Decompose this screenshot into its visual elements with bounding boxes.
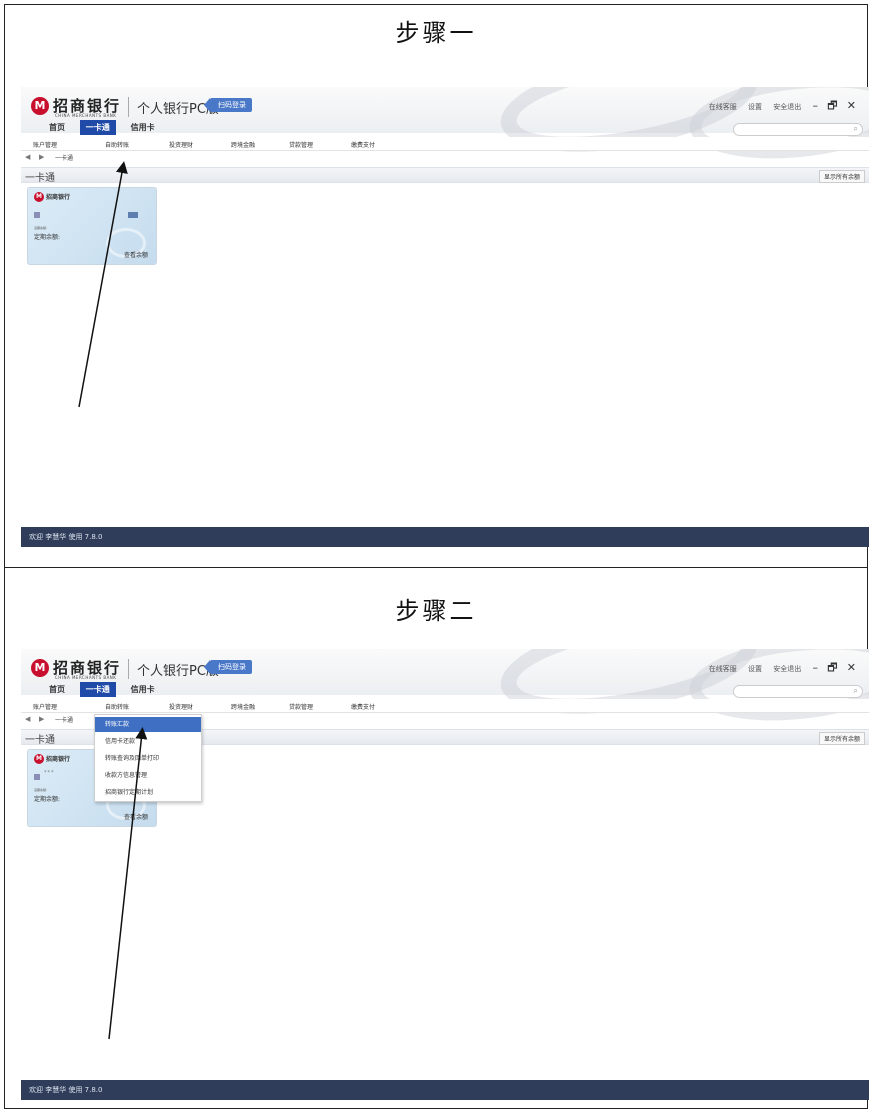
forward-arrow-icon[interactable]: ▶ (39, 153, 44, 161)
back-arrow-icon[interactable]: ◀ (25, 153, 30, 161)
menu-item-credit-repay[interactable]: 信用卡还款 (95, 734, 201, 749)
subnav-transfer[interactable]: 自助转账 (105, 140, 129, 149)
card-number-mask (128, 212, 138, 218)
card-bank-name: 招商银行 (46, 194, 71, 201)
search-icon[interactable]: ⌕ (854, 686, 858, 696)
sub-nav: 账户管理 自助转账 投资理财 跨境金融 贷款管理 缴费支付 (21, 137, 869, 151)
section-title: 一卡通 (25, 173, 55, 184)
fixed-balance-label: 定期余额: (34, 796, 61, 803)
subnav-loan[interactable]: 贷款管理 (289, 140, 313, 149)
step-2-screenshot: M 招商银行 CHINA MERCHANTS BANK 个人银行PC版 扫码登录… (21, 649, 869, 1100)
tab-home[interactable]: 首页 (43, 682, 71, 697)
search-input[interactable]: ⌕ (733, 685, 863, 698)
subnav-payment[interactable]: 缴费支付 (351, 702, 375, 711)
card-bank-name: 招商银行 (46, 756, 71, 763)
close-icon[interactable]: ✕ (847, 661, 856, 674)
status-text: 欢迎 李慧华 使用 7.8.0 (29, 1086, 103, 1094)
close-icon[interactable]: ✕ (847, 99, 856, 112)
step-1-cell: 步骤一 M 招商银行 CHINA MERCHANTS BANK 个人银行PC版 … (5, 5, 869, 568)
cmb-logo-icon: M (31, 97, 49, 115)
step-1-screenshot: M 招商银行 CHINA MERCHANTS BANK 个人银行PC版 扫码登录… (21, 87, 869, 547)
fixed-balance-label: 定期余额: (34, 234, 61, 241)
tab-home[interactable]: 首页 (43, 120, 71, 135)
status-bar: 欢迎 李慧华 使用 7.8.0 (21, 1080, 869, 1100)
menu-item-transfer-query[interactable]: 转账查询及回单打印 (95, 751, 201, 766)
search-icon[interactable]: ⌕ (854, 124, 858, 134)
top-links: 在线客服 设置 安全退出 – 🗗 ✕ (709, 97, 863, 116)
view-balance-link[interactable]: 查看余额 (124, 250, 148, 259)
subnav-account[interactable]: 账户管理 (33, 140, 57, 149)
tab-onecard[interactable]: 一卡通 (79, 682, 116, 697)
logo-english: CHINA MERCHANTS BANK (55, 113, 117, 118)
tab-credit-card[interactable]: 信用卡 (125, 682, 161, 697)
card-number-stars: *** (44, 770, 55, 776)
online-service-link[interactable]: 在线客服 (709, 103, 737, 111)
back-arrow-icon[interactable]: ◀ (25, 715, 30, 723)
account-card[interactable]: M 招商银行 活期余额: 定期余额: 查看余额 (27, 187, 157, 265)
menu-item-payee-manage[interactable]: 收款方信息管理 (95, 768, 201, 783)
top-links: 在线客服 设置 安全退出 – 🗗 ✕ (709, 659, 863, 678)
cmb-logo-icon: M (31, 659, 49, 677)
breadcrumb-current: 一卡通 (55, 155, 74, 162)
subnav-loan[interactable]: 贷款管理 (289, 702, 313, 711)
tab-credit-card[interactable]: 信用卡 (125, 120, 161, 135)
breadcrumb: ◀ ▶ 一卡通 (21, 151, 869, 165)
minimize-icon[interactable]: – (812, 661, 818, 674)
forward-arrow-icon[interactable]: ▶ (39, 715, 44, 723)
view-balance-link[interactable]: 查看余额 (124, 812, 148, 821)
settings-link[interactable]: 设置 (748, 103, 762, 111)
breadcrumb-current: 一卡通 (55, 717, 74, 724)
online-service-link[interactable]: 在线客服 (709, 665, 737, 673)
card-number-mask (34, 774, 40, 780)
main-nav: 首页 一卡通 信用卡 (43, 120, 167, 135)
subnav-account[interactable]: 账户管理 (33, 702, 57, 711)
settings-link[interactable]: 设置 (748, 665, 762, 673)
logo-english: CHINA MERCHANTS BANK (55, 675, 117, 680)
show-all-balance-button[interactable]: 显示所有余额 (818, 732, 865, 745)
subnav-invest[interactable]: 投资理财 (169, 702, 193, 711)
restore-icon[interactable]: 🗗 (827, 99, 837, 112)
restore-icon[interactable]: 🗗 (827, 661, 837, 674)
scan-login-button[interactable]: 扫码登录 (204, 660, 252, 674)
subnav-payment[interactable]: 缴费支付 (351, 140, 375, 149)
subnav-crossborder[interactable]: 跨境金融 (231, 140, 255, 149)
step-2-cell: 步骤二 M 招商银行 CHINA MERCHANTS BANK 个人银行PC版 … (5, 569, 869, 1108)
scan-login-button[interactable]: 扫码登录 (204, 98, 252, 112)
menu-item-deposit-plan[interactable]: 招商银行定期计划 (95, 785, 201, 800)
subnav-transfer[interactable]: 自助转账 (105, 702, 129, 711)
transfer-dropdown-menu: 转账汇款 信用卡还款 转账查询及回单打印 收款方信息管理 招商银行定期计划 (94, 714, 202, 802)
step-1-title: 步骤一 (395, 19, 477, 47)
step-2-title: 步骤二 (395, 597, 477, 625)
logout-link[interactable]: 安全退出 (773, 665, 801, 673)
card-number-mask (34, 212, 40, 218)
status-bar: 欢迎 李慧华 使用 7.8.0 (21, 527, 869, 547)
divider (128, 659, 129, 679)
current-balance-label: 活期余额: (34, 226, 48, 230)
current-balance-label: 活期余额: (34, 788, 48, 792)
logout-link[interactable]: 安全退出 (773, 103, 801, 111)
divider (128, 97, 129, 117)
menu-item-transfer-remit[interactable]: 转账汇款 (95, 717, 201, 732)
subnav-crossborder[interactable]: 跨境金融 (231, 702, 255, 711)
section-title: 一卡通 (25, 735, 55, 746)
show-all-balance-button[interactable]: 显示所有余额 (818, 170, 865, 183)
main-nav: 首页 一卡通 信用卡 (43, 682, 167, 697)
section-bar: 一卡通 显示所有余额 (21, 167, 869, 184)
cmb-logo-icon: M (34, 192, 44, 202)
document-table: 步骤一 M 招商银行 CHINA MERCHANTS BANK 个人银行PC版 … (4, 4, 869, 1109)
status-text: 欢迎 李慧华 使用 7.8.0 (29, 533, 103, 541)
tab-onecard[interactable]: 一卡通 (79, 120, 116, 135)
sub-nav: 账户管理 自助转账 投资理财 跨境金融 贷款管理 缴费支付 (21, 699, 869, 713)
search-input[interactable]: ⌕ (733, 123, 863, 136)
subnav-invest[interactable]: 投资理财 (169, 140, 193, 149)
minimize-icon[interactable]: – (812, 99, 818, 112)
cmb-logo-icon: M (34, 754, 44, 764)
